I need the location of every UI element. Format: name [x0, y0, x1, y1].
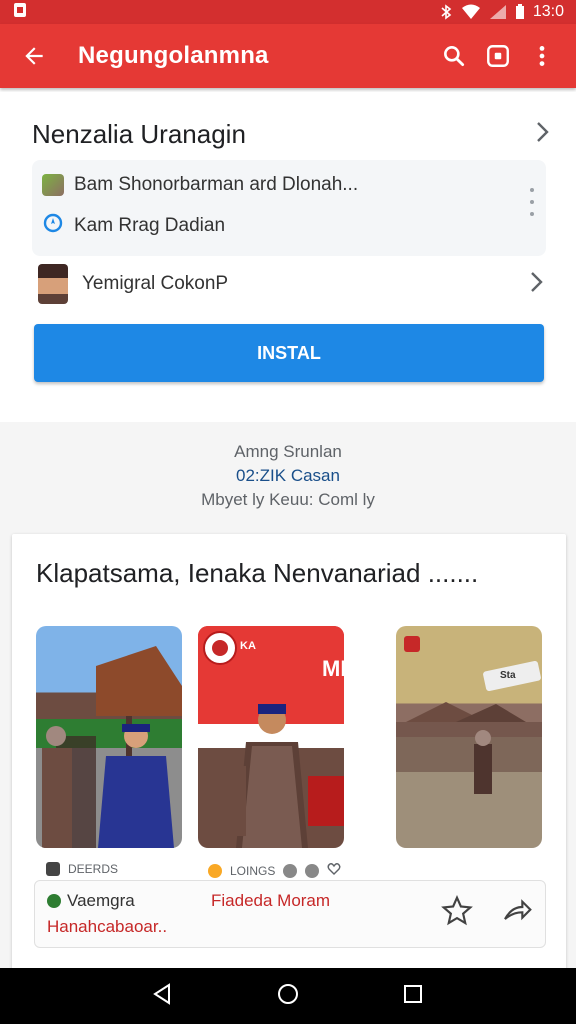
status-time: 13:0 [532, 3, 564, 20]
app-info-card: Nenzalia Uranagin Bam Shonorbarman ard D… [0, 92, 576, 422]
signal-icon [489, 4, 507, 20]
detail-row-developer[interactable]: Bam Shonorbarman ard Dlonah... [42, 174, 358, 196]
details-box: Bam Shonorbarman ard Dlonah... Kam Rrag … [32, 160, 546, 256]
content-area: Amng Srunlan 02:ZIK Casan Mbyet ly Keuu:… [0, 422, 576, 974]
stats-line-2: 02:ZIK Casan [236, 466, 340, 485]
meta-row-1: DEERDS [46, 862, 118, 876]
post-footer: Vaemgra Hanahcabaoar.. Fiadeda Moram [34, 880, 546, 948]
home-icon[interactable] [276, 982, 300, 1011]
post-author[interactable]: Vaemgra [67, 891, 135, 911]
chevron-right-icon[interactable] [532, 120, 552, 149]
system-nav-bar [0, 968, 576, 1024]
detail-row-developer-label: Bam Shonorbarman ard Dlonah... [74, 174, 359, 195]
wifi-icon [461, 4, 481, 20]
post-photo-3[interactable]: Sta [396, 626, 542, 848]
details-more-icon[interactable] [530, 188, 534, 216]
chevron-right-icon[interactable] [526, 270, 546, 299]
heart-icon[interactable] [327, 862, 341, 879]
back-icon[interactable] [151, 982, 175, 1011]
online-status-icon [47, 894, 61, 908]
post-title: Klapatsama, Ienaka Nenvanariad ....... [36, 558, 479, 588]
photo-3-sign-text: Sta [500, 670, 516, 681]
detail-row-location[interactable]: Kam Rrag Dadian [42, 212, 225, 240]
coin-icon [208, 863, 222, 878]
notification-icon [12, 2, 28, 23]
post-subtitle[interactable]: Hanahcabaoar.. [47, 917, 167, 937]
avatar [38, 264, 68, 304]
publisher-row[interactable]: Yemigral CokonP [38, 262, 546, 306]
app-name: Nenzalia Uranagin [32, 118, 246, 149]
app-stats: Amng Srunlan 02:ZIK Casan Mbyet ly Keuu:… [0, 440, 576, 512]
app-bar: Negungolanmna [0, 24, 576, 88]
meta-2-label: LOINGS [230, 863, 276, 878]
meta-1-label: DEERDS [68, 862, 119, 876]
star-icon[interactable] [441, 895, 473, 932]
location-icon [42, 212, 64, 240]
back-arrow-icon[interactable] [12, 34, 56, 78]
post-photo-1[interactable] [36, 626, 182, 848]
battery-icon [515, 4, 525, 20]
more-vert-icon[interactable] [520, 34, 564, 78]
detail-row-location-label: Kam Rrag Dadian [74, 215, 226, 236]
meta-row-2: LOINGS [208, 862, 341, 879]
publisher-name: Yemigral CokonP [82, 273, 229, 294]
stats-line-3: Mbyet ly Keuu: Coml ly [201, 490, 375, 509]
status-bar: 13:0 [0, 0, 576, 24]
search-icon[interactable] [432, 34, 476, 78]
shield-icon [305, 863, 320, 878]
cast-icon[interactable] [476, 34, 520, 78]
post-card: Klapatsama, Ienaka Nenvanariad ....... K… [12, 534, 566, 974]
photo-icon [46, 862, 60, 876]
recents-icon[interactable] [401, 982, 425, 1011]
install-button[interactable]: INSTAL [34, 324, 544, 382]
developer-thumbnail [42, 174, 64, 196]
bluetooth-icon [439, 4, 453, 20]
photo-2-sign-text: MERYA [322, 656, 344, 681]
app-header-row[interactable]: Nenzalia Uranagin [32, 114, 552, 154]
share-icon[interactable] [501, 895, 533, 932]
stats-line-1: Amng Srunlan [234, 442, 342, 461]
post-location[interactable]: Fiadeda Moram [211, 891, 330, 911]
app-title: Negungolanmna [78, 42, 269, 69]
photo-2-badge-text: KA [240, 640, 256, 652]
circle-icon [283, 863, 298, 878]
post-photo-2[interactable]: KA MERYA [198, 626, 344, 848]
